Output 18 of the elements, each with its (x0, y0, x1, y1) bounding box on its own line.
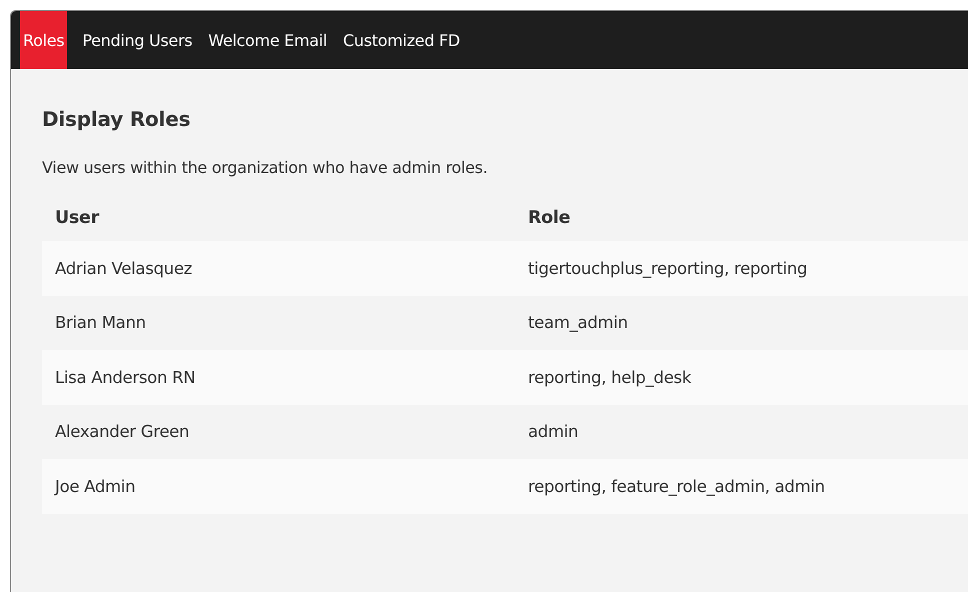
table-cell-text: Lisa Anderson RN (55, 368, 196, 387)
table-cell-text: tigertouchplus_reporting, reporting (528, 258, 808, 278)
table-cell-text: reporting, help_desk (528, 368, 692, 387)
tab[interactable]: Welcome Email (200, 11, 336, 69)
table-cell-text: admin (528, 422, 580, 442)
table-cell-text: Alexander Green (55, 422, 190, 442)
tab[interactable]: Pending Users (74, 11, 200, 69)
section-title: Display Roles (42, 107, 192, 131)
tab[interactable]: Customized FD (335, 11, 468, 69)
column-header: User (55, 208, 100, 228)
table-cell-text: team_admin (528, 313, 629, 332)
table-cell-text: Joe Admin (55, 476, 136, 496)
table-cell-text: Adrian Velasquez (55, 258, 194, 278)
column-header: Role (528, 208, 572, 228)
table-cell-text: Brian Mann (55, 313, 147, 332)
tab[interactable]: Roles (20, 11, 68, 69)
table-cell-text: reporting, feature_role_admin, admin (528, 476, 826, 496)
description: View users within the organization who have admin roles. (42, 158, 488, 177)
